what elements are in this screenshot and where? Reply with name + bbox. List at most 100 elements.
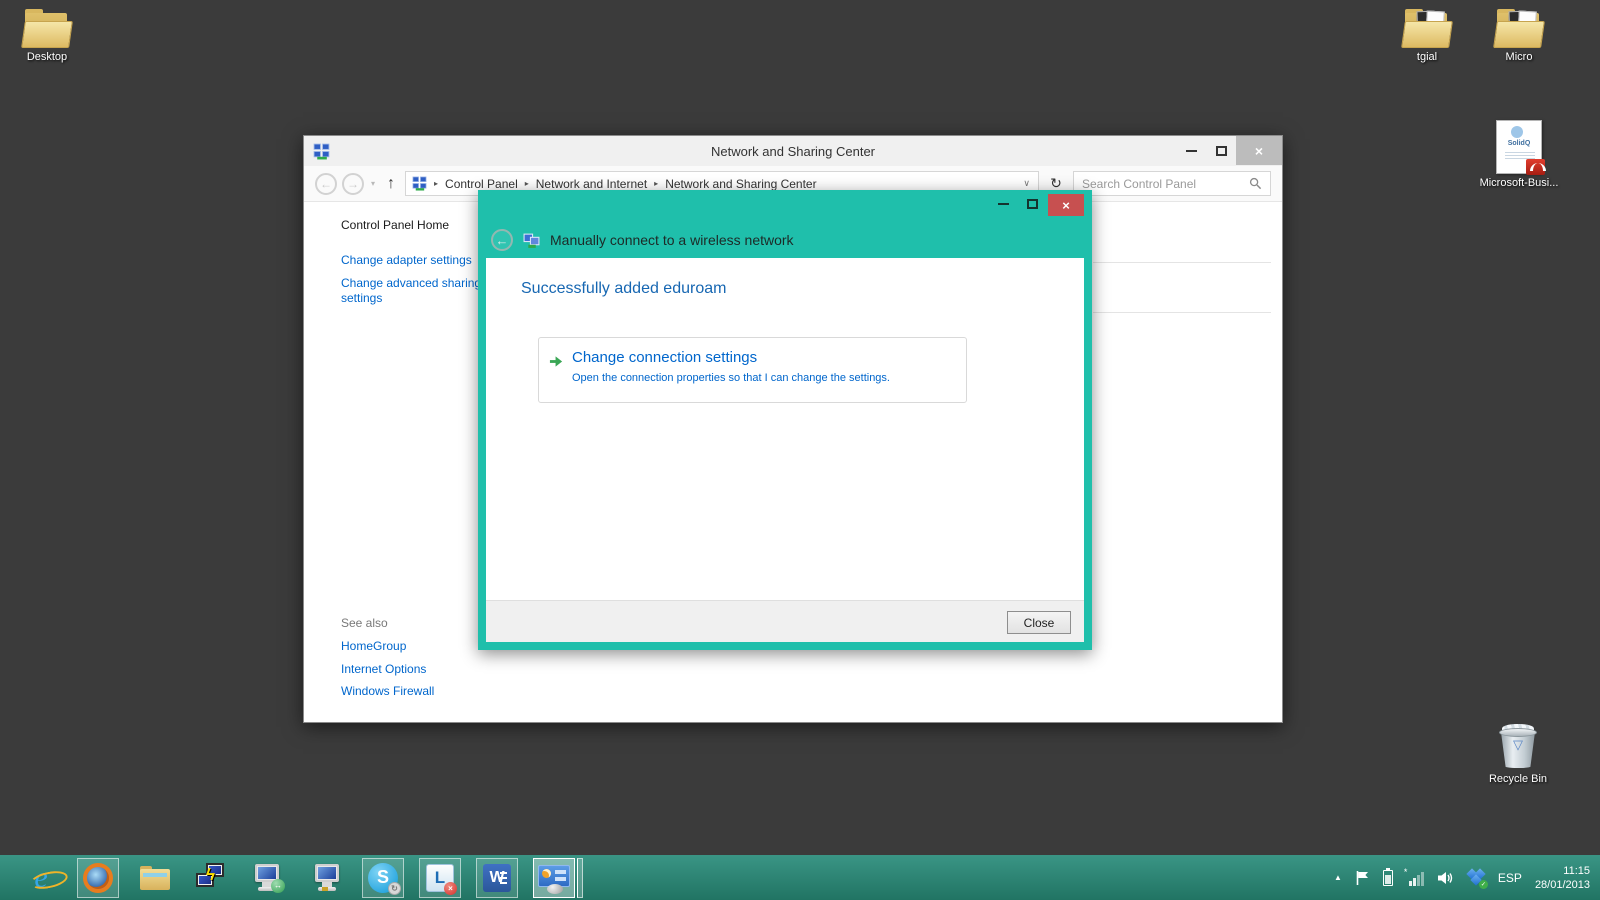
desktop-icon-micro-folder[interactable]: Micro — [1478, 8, 1560, 63]
taskbar-network-computer-button[interactable] — [305, 858, 347, 898]
network-breadcrumb-icon — [412, 176, 427, 191]
dropbox-check-icon: ✓ — [1479, 880, 1488, 889]
change-connection-settings-command[interactable]: Change connection settings Open the conn… — [538, 337, 967, 403]
taskbar-terminal-connection-button[interactable]: ϟ — [191, 858, 233, 898]
dialog-minimize-button[interactable] — [990, 194, 1016, 214]
desktop-icon-desktop-folder[interactable]: Desktop — [6, 8, 88, 63]
chevron-down-icon: ▾ — [371, 179, 375, 188]
green-arrow-icon — [549, 354, 564, 369]
folder-icon — [23, 8, 71, 48]
breadcrumb-separator-icon: ▸ — [654, 179, 658, 188]
back-icon: ← — [496, 233, 509, 248]
sidebar-see-also-heading: See also — [341, 616, 483, 631]
desktop-icon-label: Microsoft-Busi... — [1478, 177, 1560, 189]
volume-icon[interactable] — [1437, 870, 1455, 886]
internet-explorer-icon: e — [34, 863, 47, 893]
control-panel-icon — [538, 865, 570, 891]
dialog-footer: Close — [486, 600, 1084, 642]
taskbar-skype-button[interactable]: S ↻ — [362, 858, 404, 898]
minimize-icon — [998, 203, 1009, 205]
window-titlebar[interactable]: Network and Sharing Center × — [304, 136, 1282, 166]
sidebar-item-internet-options[interactable]: Internet Options — [341, 662, 483, 677]
close-dialog-button[interactable]: Close — [1007, 611, 1071, 634]
folder-icon — [1403, 8, 1451, 48]
minimize-button[interactable] — [1176, 136, 1206, 165]
desktop: Desktop tgial Micro SolidQ Microsoft-Bus… — [0, 0, 1600, 900]
search-input[interactable] — [1082, 177, 1249, 191]
skype-icon: S ↻ — [368, 863, 398, 893]
show-hidden-icons-button[interactable]: ▲ — [1334, 873, 1342, 882]
close-icon: × — [1062, 198, 1070, 213]
clock-time: 11:15 — [1535, 864, 1590, 878]
dropbox-icon[interactable]: ✓ — [1468, 870, 1485, 886]
remote-desktop-icon: ↔ — [253, 863, 285, 893]
forward-button[interactable]: → — [342, 173, 364, 195]
dialog-header: ← Manually connect to a wireless network — [491, 225, 1080, 255]
dialog-maximize-button[interactable] — [1019, 194, 1045, 214]
dialog-close-button[interactable]: × — [1048, 194, 1084, 216]
folder-icon — [1495, 8, 1543, 48]
forward-icon: → — [347, 177, 359, 191]
dialog-body: Successfully added eduroam Change connec… — [486, 258, 1084, 600]
command-link-title: Change connection settings — [572, 349, 757, 366]
search-box[interactable] — [1073, 171, 1271, 196]
adobe-pdf-icon — [1526, 159, 1545, 175]
taskbar-clock[interactable]: 11:15 28/01/2013 — [1535, 864, 1590, 892]
taskbar-remote-desktop-button[interactable]: ↔ — [248, 858, 290, 898]
breadcrumb-item-network-sharing[interactable]: Network and Sharing Center — [665, 177, 816, 191]
taskbar-control-panel-button[interactable] — [533, 858, 575, 898]
sidebar-item-windows-firewall[interactable]: Windows Firewall — [341, 684, 483, 699]
file-explorer-icon — [140, 866, 170, 890]
battery-icon[interactable] — [1383, 870, 1393, 886]
action-center-flag-icon[interactable] — [1355, 870, 1370, 886]
address-dropdown-icon[interactable]: ∨ — [1023, 178, 1032, 189]
maximize-button[interactable] — [1206, 136, 1236, 165]
remote-terminal-icon: ϟ — [196, 863, 228, 893]
maximize-icon — [1216, 146, 1227, 156]
desktop-icon-pdf-document[interactable]: SolidQ Microsoft-Busi... — [1478, 120, 1560, 189]
network-signal-icon[interactable]: * — [1406, 870, 1424, 886]
taskbar-lync-button[interactable]: L × — [419, 858, 461, 898]
sidebar-item-change-adapter-settings[interactable]: Change adapter settings — [341, 253, 483, 268]
content-divider — [1093, 312, 1271, 313]
close-icon: × — [1255, 143, 1263, 159]
up-icon: ↑ — [387, 175, 395, 192]
desktop-icon-label: Recycle Bin — [1477, 773, 1559, 785]
dialog-back-button[interactable]: ← — [491, 229, 513, 251]
up-button[interactable]: ↑ — [382, 175, 400, 193]
system-tray: ▲ * ✓ ESP 11:15 28/0 — [1334, 855, 1590, 900]
breadcrumb-item-network-internet[interactable]: Network and Internet — [536, 177, 647, 191]
breadcrumb-item-control-panel[interactable]: Control Panel — [445, 177, 518, 191]
pdf-preview-text: SolidQ — [1497, 140, 1541, 147]
desktop-icon-tgial-folder[interactable]: tgial — [1386, 8, 1468, 63]
dialog-title: Manually connect to a wireless network — [550, 232, 794, 248]
minimize-icon — [1186, 150, 1197, 152]
language-indicator[interactable]: ESP — [1498, 871, 1522, 885]
taskbar-internet-explorer-button[interactable]: e — [20, 858, 62, 898]
taskbar-file-explorer-button[interactable] — [134, 858, 176, 898]
recent-pages-dropdown[interactable]: ▾ — [369, 179, 377, 188]
window-title: Network and Sharing Center — [304, 144, 1282, 159]
recycle-bin-icon: ▽ — [1498, 724, 1538, 770]
close-button[interactable]: × — [1236, 136, 1282, 165]
pdf-logo-dot — [1511, 126, 1523, 138]
taskbar-firefox-button[interactable] — [77, 858, 119, 898]
desktop-icon-recycle-bin[interactable]: ▽ Recycle Bin — [1477, 724, 1559, 785]
sidebar-item-control-panel-home[interactable]: Control Panel Home — [341, 218, 483, 233]
breadcrumb-separator-icon: ▸ — [434, 179, 438, 188]
word-icon: W — [483, 864, 511, 892]
desktop-icon-label: tgial — [1386, 51, 1468, 63]
back-button[interactable]: ← — [315, 173, 337, 195]
pdf-document-icon: SolidQ — [1496, 120, 1542, 174]
desktop-icon-label: Desktop — [6, 51, 88, 63]
lync-error-badge-icon: × — [444, 882, 457, 895]
taskbar-word-button[interactable]: W — [476, 858, 518, 898]
wireless-network-dialog: × ← Manually connect to a wireless netwo… — [478, 190, 1092, 650]
sidebar-item-change-advanced-sharing[interactable]: Change advanced sharing settings — [341, 276, 483, 306]
content-divider — [1093, 262, 1271, 263]
sidebar-item-homegroup[interactable]: HomeGroup — [341, 639, 483, 654]
taskbar-stacked-window-indicator[interactable] — [577, 858, 583, 898]
taskbar: e ϟ ↔ — [0, 855, 1600, 900]
breadcrumb-separator-icon: ▸ — [525, 179, 529, 188]
clock-date: 28/01/2013 — [1535, 878, 1590, 892]
